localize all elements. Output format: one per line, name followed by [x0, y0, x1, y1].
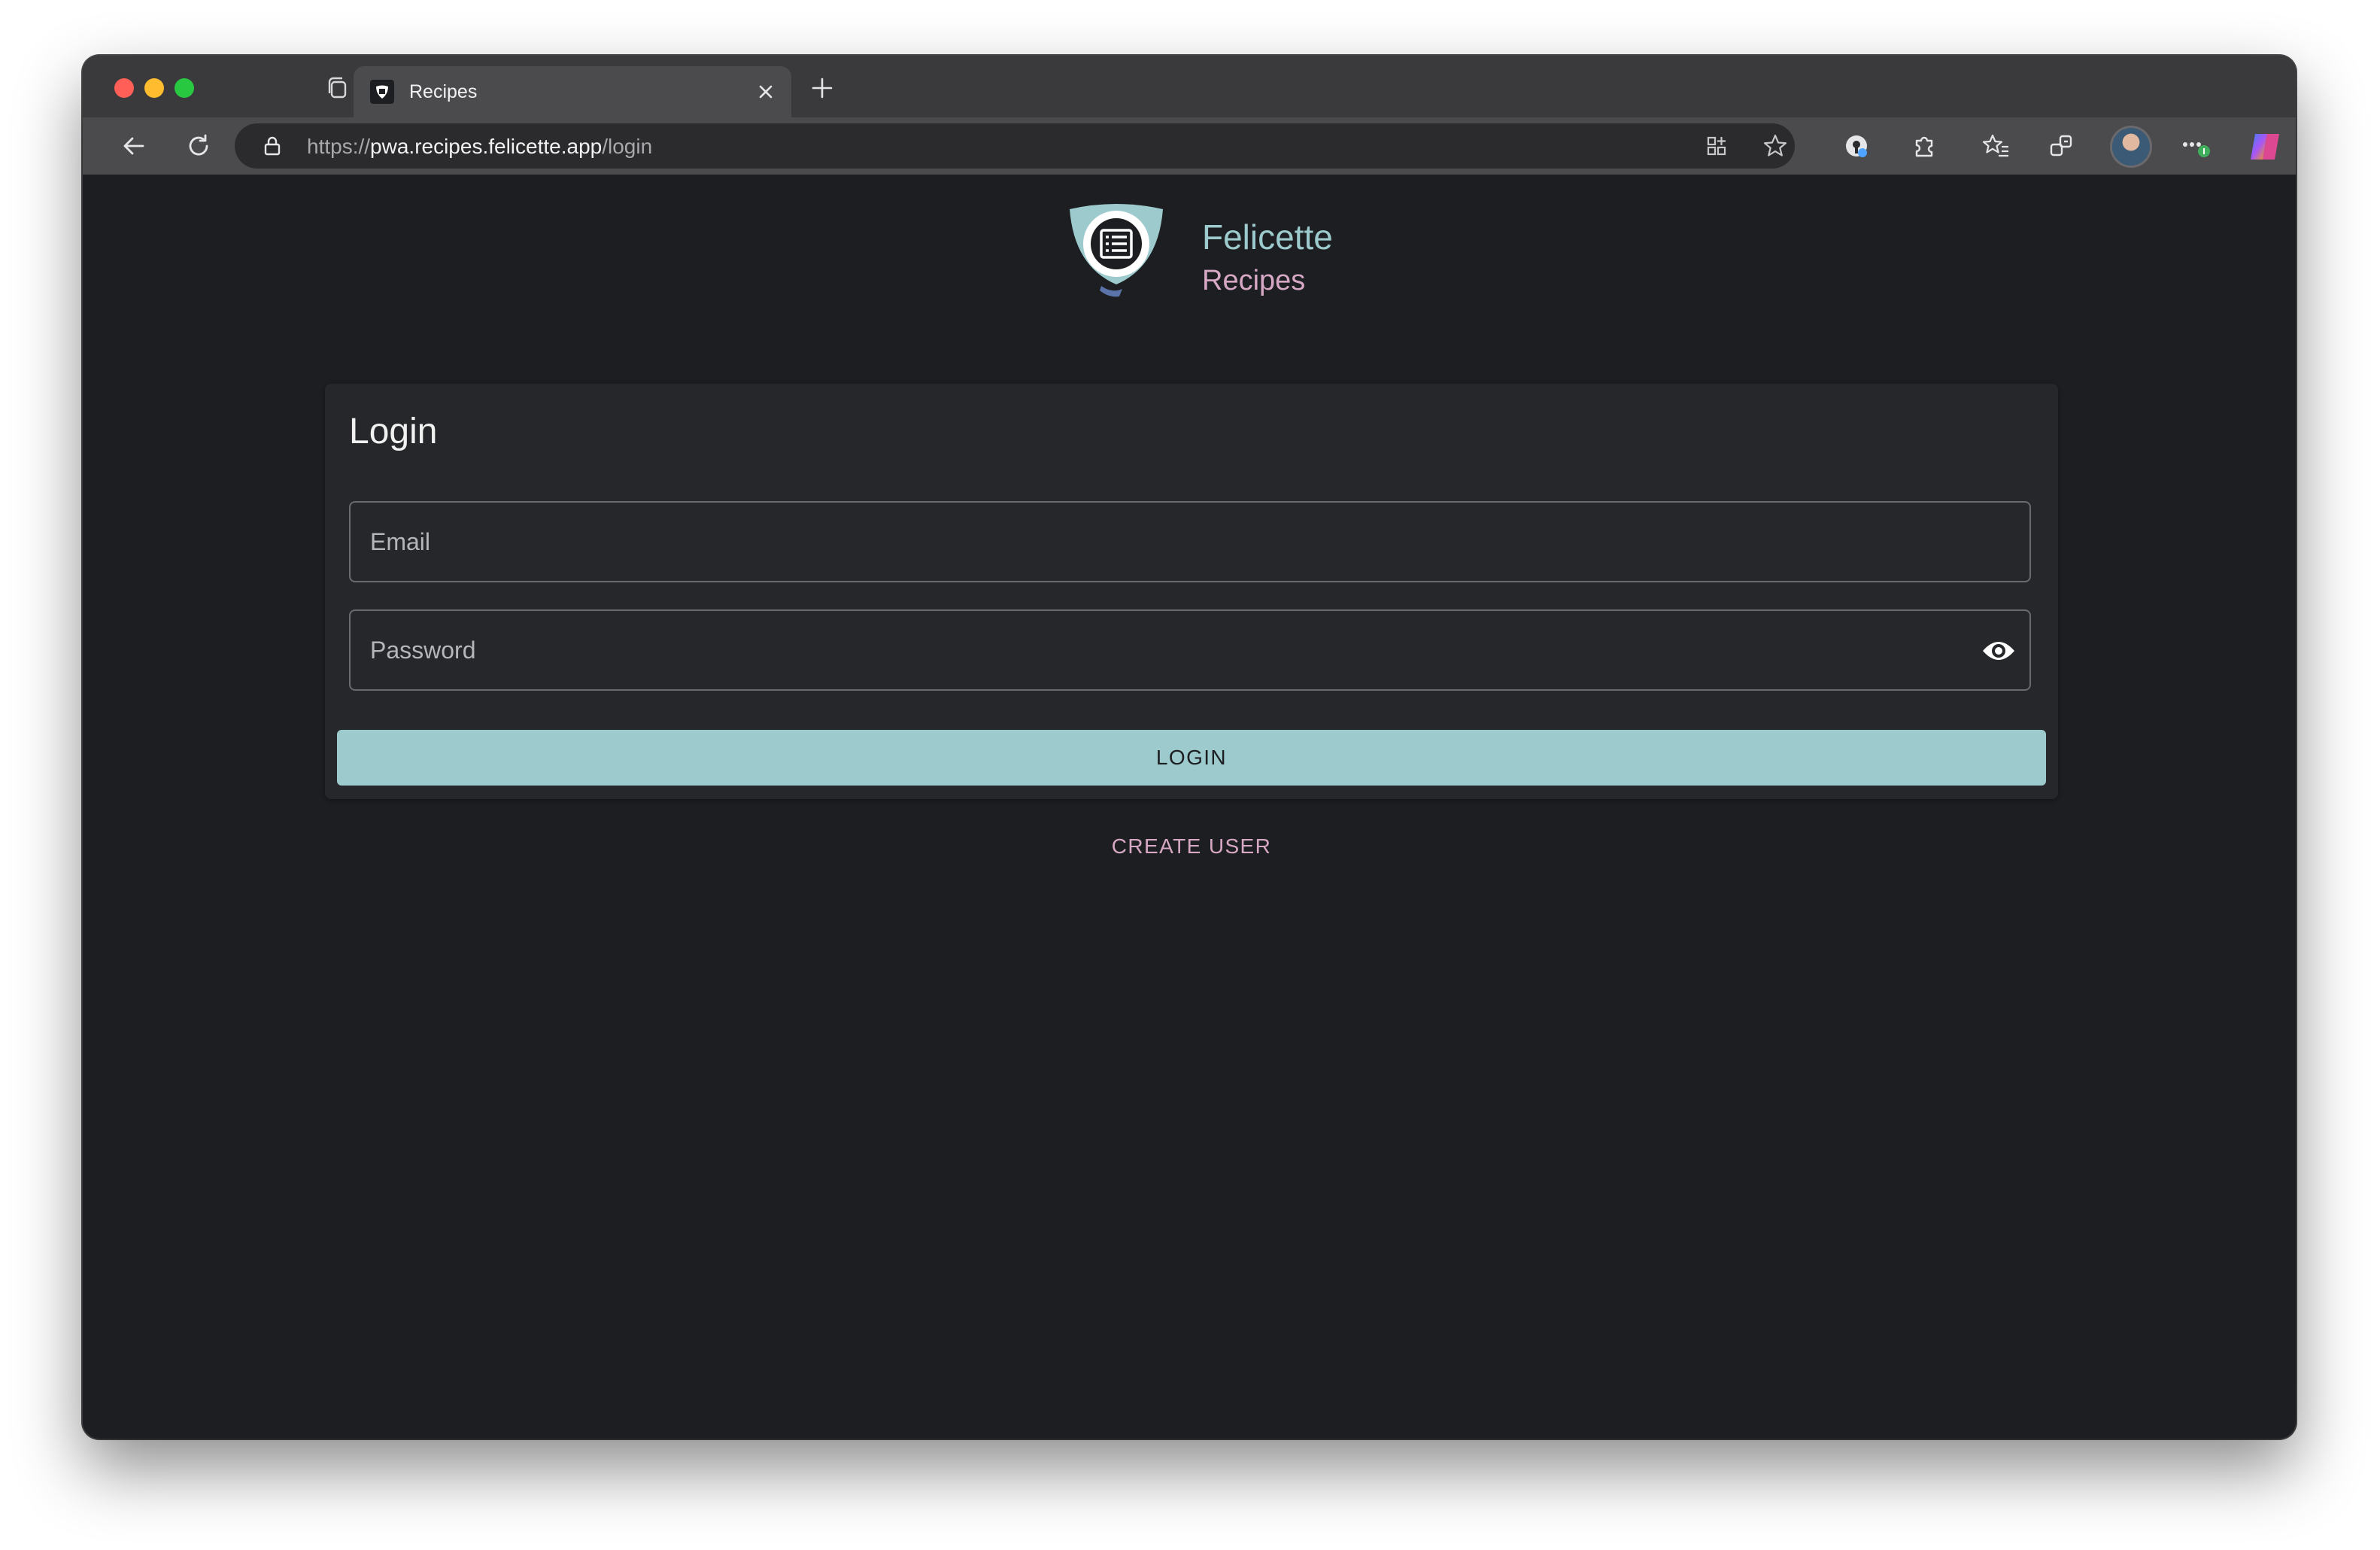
- favicon-shield-icon: [370, 80, 394, 104]
- browser-window: Recipes https://pwa.recipes.felicette.ap…: [83, 56, 2296, 1439]
- login-title: Login: [349, 412, 438, 451]
- brand-subtitle: Recipes: [1202, 265, 1306, 296]
- eye-icon[interactable]: [1980, 632, 2017, 670]
- address-bar[interactable]: https://pwa.recipes.felicette.app/login: [235, 123, 1795, 169]
- felicette-logo-icon: [1070, 204, 1163, 297]
- copilot-icon[interactable]: [2248, 129, 2282, 164]
- tab-title: Recipes: [409, 81, 478, 102]
- back-arrow-icon[interactable]: [116, 128, 152, 164]
- login-card: Login LOGIN: [325, 384, 2058, 799]
- email-input[interactable]: [351, 503, 2029, 581]
- email-field[interactable]: [349, 501, 2031, 582]
- app-available-icon[interactable]: [1700, 129, 1733, 163]
- tab-recipes[interactable]: Recipes: [354, 66, 791, 117]
- avatar[interactable]: [2112, 128, 2150, 166]
- collections-icon[interactable]: [2043, 128, 2079, 164]
- login-button[interactable]: LOGIN: [337, 730, 2046, 786]
- workspaces-icon[interactable]: [320, 71, 355, 105]
- brand-header: Felicette Recipes: [1065, 202, 1366, 304]
- favorites-icon[interactable]: [1978, 128, 2014, 164]
- close-window-button[interactable]: [114, 78, 134, 98]
- password-input[interactable]: [351, 611, 2029, 689]
- url-scheme: https://: [307, 135, 371, 158]
- lock-icon[interactable]: [260, 134, 284, 158]
- tab-strip: Recipes: [83, 56, 2296, 117]
- close-icon[interactable]: [752, 78, 779, 105]
- plus-icon[interactable]: [805, 71, 839, 105]
- password-manager-icon[interactable]: [1838, 128, 1875, 164]
- page-content: Felicette Recipes Login LOGIN CRE: [90, 175, 2288, 1433]
- reload-icon[interactable]: [181, 128, 217, 164]
- url-host: pwa.recipes.felicette.app: [370, 135, 603, 158]
- star-icon[interactable]: [1759, 129, 1792, 163]
- browser-toolbar: https://pwa.recipes.felicette.app/login: [83, 117, 2296, 175]
- password-field[interactable]: [349, 609, 2031, 691]
- maximize-window-button[interactable]: [175, 78, 194, 98]
- more-icon[interactable]: [2178, 128, 2215, 164]
- brand-name: Felicette: [1202, 217, 1333, 257]
- url-text[interactable]: https://pwa.recipes.felicette.app/login: [307, 135, 652, 159]
- minimize-window-button[interactable]: [144, 78, 164, 98]
- create-user-button[interactable]: CREATE USER: [1068, 834, 1315, 859]
- url-path: /login: [602, 135, 653, 158]
- puzzle-icon[interactable]: [1906, 128, 1942, 164]
